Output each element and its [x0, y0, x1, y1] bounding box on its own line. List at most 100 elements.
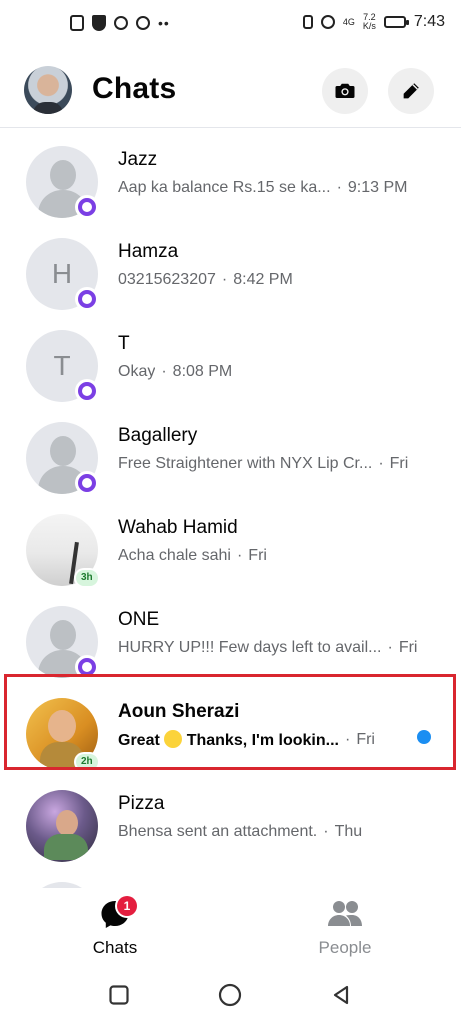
- unread-indicator: [417, 730, 431, 744]
- chat-name: Hamza: [118, 241, 179, 262]
- separator: ·: [344, 731, 351, 748]
- smile-emoji-icon: [164, 730, 183, 748]
- status-bar: •• 4G 7.2 K/s 7:43: [0, 0, 461, 48]
- avatar-letter: T: [53, 350, 71, 381]
- system-navigation-bar: [0, 968, 461, 1024]
- chat-text: Wahab Hamid Acha chale sahi · Fri: [118, 516, 441, 566]
- chat-list: Jazz Aap ka balance Rs.15 se ka... · 9:1…: [0, 136, 461, 888]
- tab-people[interactable]: People: [285, 898, 405, 958]
- network-type: 4G: [342, 16, 355, 27]
- triangle-back-icon: [333, 985, 349, 1005]
- security-icon: [136, 16, 150, 30]
- chat-row-wahab-hamid[interactable]: 3h Wahab Hamid Acha chale sahi · Fri: [0, 504, 461, 596]
- chat-time: 8:08 PM: [172, 363, 233, 380]
- bottom-navigation: 1 Chats People: [0, 888, 461, 968]
- story-status-ring: [78, 382, 96, 400]
- preview-message: Okay: [118, 363, 156, 380]
- preview-text-start: Great: [118, 732, 160, 749]
- notification-icons: ••: [70, 15, 170, 31]
- chat-row-aoun-sherazi[interactable]: 2h Aoun Sherazi Great Thanks, I'm lookin…: [0, 688, 461, 780]
- chat-preview: Free Straightener with NYX Lip Cr... · F…: [118, 454, 441, 474]
- separator: ·: [387, 639, 393, 656]
- separator: ·: [336, 179, 342, 196]
- compose-button[interactable]: [388, 68, 434, 114]
- avatar-placeholder-head: [50, 436, 76, 466]
- chat-preview: Great Thanks, I'm lookin... · Fri: [118, 730, 441, 751]
- chat-time: Fri: [398, 639, 418, 656]
- chat-time: Thu: [334, 823, 363, 840]
- status-time: 7:43: [413, 13, 445, 30]
- active-time-badge: 3h: [76, 570, 98, 586]
- story-status-ring: [78, 290, 96, 308]
- chat-row-bagallery[interactable]: Bagallery Free Straightener with NYX Lip…: [0, 412, 461, 504]
- vibrate-icon: [302, 15, 313, 29]
- chat-time: Fri: [356, 731, 375, 748]
- chat-preview: Bhensa sent an attachment. · Thu: [118, 822, 441, 842]
- tab-people-label: People: [318, 938, 372, 957]
- preview-message: Aap ka balance Rs.15 se ka...: [118, 179, 331, 196]
- story-status-ring: [78, 198, 96, 216]
- battery-saver-icon: [70, 15, 84, 31]
- chat-preview: HURRY UP!!! Few days left to avail... · …: [118, 638, 441, 658]
- camera-button[interactable]: [322, 68, 368, 114]
- chat-row-jazz[interactable]: Jazz Aap ka balance Rs.15 se ka... · 9:1…: [0, 136, 461, 228]
- system-indicators: 4G 7.2 K/s 7:43: [302, 13, 445, 31]
- story-status-ring: [78, 658, 96, 676]
- preview-message: Great Thanks, I'm lookin...: [118, 730, 339, 751]
- home-button[interactable]: [215, 980, 245, 1010]
- chat-time: Fri: [248, 547, 267, 564]
- preview-message: Free Straightener with NYX Lip Cr...: [118, 455, 373, 472]
- chat-row-partial[interactable]: [0, 872, 461, 888]
- chat-preview: Acha chale sahi · Fri: [118, 546, 441, 566]
- chat-text: ONE HURRY UP!!! Few days left to avail..…: [118, 608, 441, 658]
- more-notifications-icon: ••: [158, 15, 170, 31]
- chat-name: Wahab Hamid: [118, 517, 238, 538]
- chat-name: Aoun Sherazi: [118, 701, 240, 722]
- pencil-icon: [403, 83, 419, 99]
- chat-name: Pizza: [118, 793, 165, 814]
- shield-icon: [92, 15, 106, 31]
- people-icon-wrap: [325, 898, 365, 932]
- chat-text: Pizza Bhensa sent an attachment. · Thu: [118, 792, 441, 842]
- chat-row-one[interactable]: ONE HURRY UP!!! Few days left to avail..…: [0, 596, 461, 688]
- page-title: Chats: [92, 72, 177, 105]
- camera-icon: [335, 83, 355, 98]
- chat-name: Jazz: [118, 149, 158, 170]
- sync-icon: [114, 16, 128, 30]
- separator: ·: [236, 547, 243, 564]
- chat-text: Jazz Aap ka balance Rs.15 se ka... · 9:1…: [118, 148, 441, 198]
- avatar-letter: H: [51, 258, 73, 289]
- unread-count-badge: 1: [117, 896, 137, 916]
- chats-icon-wrap: 1: [95, 896, 137, 932]
- story-status-ring: [78, 474, 96, 492]
- square-icon: [109, 985, 129, 1005]
- chat-name: ONE: [118, 609, 160, 630]
- profile-avatar[interactable]: [24, 66, 72, 114]
- chat-row-hamza[interactable]: H Hamza 03215623207 · 8:42 PM: [0, 228, 461, 320]
- app-header: Chats: [0, 54, 461, 128]
- active-time-badge: 2h: [76, 754, 98, 770]
- chat-time: Fri: [389, 455, 409, 472]
- chat-name: Bagallery: [118, 425, 198, 446]
- chat-preview: Okay · 8:08 PM: [118, 362, 441, 382]
- tab-chats[interactable]: 1 Chats: [55, 896, 175, 958]
- chat-row-t[interactable]: T T Okay · 8:08 PM: [0, 320, 461, 412]
- chat-text: Bagallery Free Straightener with NYX Lip…: [118, 424, 441, 474]
- tab-chats-label: Chats: [92, 938, 138, 957]
- battery-icon: [383, 16, 409, 28]
- chat-preview: 03215623207 · 8:42 PM: [118, 270, 441, 290]
- chat-time: 8:42 PM: [233, 271, 293, 288]
- chat-time: 9:13 PM: [347, 179, 408, 196]
- back-button[interactable]: [326, 980, 356, 1010]
- recents-button[interactable]: [104, 980, 134, 1010]
- separator: ·: [161, 363, 167, 380]
- preview-text-end: Thanks, I'm lookin...: [186, 732, 339, 749]
- circle-icon: [218, 983, 242, 1007]
- preview-message: HURRY UP!!! Few days left to avail...: [118, 639, 382, 656]
- avatar-placeholder-head: [50, 620, 76, 650]
- chat-row-pizza[interactable]: Pizza Bhensa sent an attachment. · Thu: [0, 780, 461, 872]
- separator: ·: [221, 271, 228, 288]
- preview-message: 03215623207: [118, 271, 216, 288]
- network-speed-unit: K/s: [362, 21, 376, 31]
- avatar: [26, 790, 98, 862]
